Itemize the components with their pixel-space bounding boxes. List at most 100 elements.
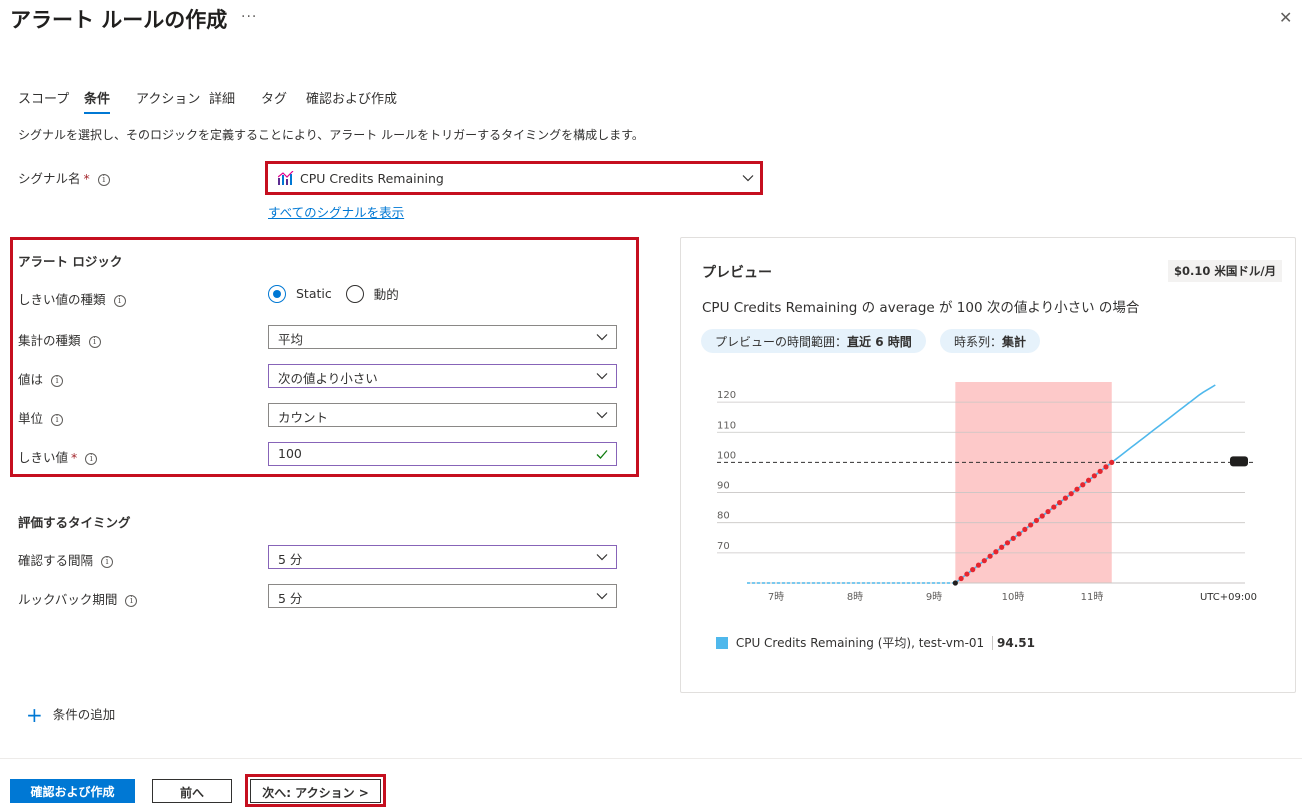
chart-legend: CPU Credits Remaining (平均), test-vm-01 9…	[716, 634, 1035, 651]
info-icon[interactable]: i	[51, 414, 64, 426]
alert-point	[1109, 459, 1115, 466]
alert-point	[1091, 473, 1097, 479]
radio-dynamic[interactable]	[345, 284, 364, 303]
price-badge: $0.10 米国ドル/月	[1168, 260, 1283, 282]
review-create-button[interactable]: 確認および作成	[10, 779, 135, 803]
signal-name-label: シグナル名 * i	[18, 168, 110, 187]
tab-details[interactable]: 詳細	[209, 88, 235, 112]
time-series-pill[interactable]: 時系列：集計	[940, 329, 1041, 353]
add-condition-button[interactable]: + 条件の追加	[26, 704, 116, 725]
alert-point	[1057, 500, 1063, 506]
page-title: アラート ルールの作成	[10, 8, 228, 32]
signal-dropdown[interactable]: CPU Credits Remaining	[270, 166, 758, 190]
tab-condition[interactable]: 条件	[84, 88, 111, 114]
preview-range-pill[interactable]: プレビューの時間範囲：直近 6 時間	[701, 329, 926, 353]
tab-tags[interactable]: タグ	[261, 88, 287, 112]
aggregation-dropdown[interactable]: 平均	[268, 325, 617, 349]
lookback-label: ルックバック期間 i	[18, 589, 138, 608]
info-icon[interactable]: i	[85, 453, 98, 465]
y-tick-label: 120	[717, 390, 736, 401]
threshold-type-radio-group: Static 動的	[268, 284, 399, 303]
frequency-label: 確認する間隔 i	[18, 550, 114, 569]
alert-point	[1097, 468, 1103, 474]
alert-point	[975, 562, 982, 568]
tab-review-create[interactable]: 確認および作成	[306, 88, 397, 112]
aggregation-label: 集計の種類 i	[18, 330, 101, 349]
alert-point	[1085, 477, 1092, 483]
alert-point	[964, 571, 970, 577]
legend-series-name: CPU Credits Remaining (平均), test-vm-01	[735, 636, 985, 650]
y-tick-label: 70	[717, 541, 730, 552]
alert-point	[981, 558, 987, 564]
tab-actions[interactable]: アクション	[136, 88, 200, 112]
tab-scope[interactable]: スコープ	[18, 88, 69, 112]
radio-static-label: Static	[295, 286, 332, 301]
add-condition-label: 条件の追加	[52, 707, 116, 722]
metric-chart-icon	[278, 171, 294, 185]
chevron-down-icon	[596, 593, 608, 600]
alert-point	[1022, 526, 1028, 533]
show-all-signals-link[interactable]: すべてのシグナルを表示	[268, 202, 404, 221]
required-marker: *	[83, 171, 90, 186]
info-icon[interactable]: i	[88, 336, 101, 348]
description: シグナルを選択し、そのロジックを定義することにより、アラート ルールをトリガーす…	[18, 128, 644, 142]
threshold-handle	[1230, 456, 1248, 467]
chevron-down-icon	[742, 175, 754, 182]
alert-point	[1068, 491, 1074, 497]
alert-point	[987, 553, 993, 559]
threshold-type-label: しきい値の種類 i	[18, 289, 126, 308]
y-tick-label: 90	[717, 481, 730, 492]
alert-point	[1028, 522, 1034, 528]
preview-chart: 70 80 90 110 120 100 7時 8時 9時 10時 11時 UTC+09:00	[717, 382, 1257, 603]
radio-static[interactable]	[268, 284, 286, 303]
chevron-down-icon	[596, 373, 608, 380]
x-tick-label: 9時	[926, 591, 942, 603]
close-icon[interactable]: ✕	[1279, 8, 1292, 27]
footer-divider	[0, 758, 1302, 759]
required-marker: *	[71, 450, 78, 465]
x-tick-label: 10時	[1002, 591, 1025, 603]
alert-point	[1033, 517, 1040, 524]
alert-point	[1051, 504, 1057, 510]
alert-logic-highlight-box	[10, 237, 639, 477]
alert-point	[1039, 513, 1045, 519]
alert-point	[1004, 540, 1011, 546]
alert-point	[1016, 531, 1022, 537]
evaluation-heading: 評価するタイミング	[18, 515, 131, 530]
previous-button[interactable]: 前へ	[152, 779, 232, 803]
alert-point	[1045, 508, 1051, 515]
alert-point	[1010, 535, 1016, 541]
alert-point	[1103, 464, 1109, 470]
operator-dropdown[interactable]: 次の値より小さい	[268, 364, 617, 388]
info-icon[interactable]: i	[101, 556, 114, 568]
alert-point	[999, 544, 1005, 550]
alert-point	[1074, 486, 1080, 492]
x-tick-label: 11時	[1081, 591, 1104, 603]
info-icon[interactable]: i	[125, 595, 138, 607]
more-options-icon[interactable]: ···	[241, 9, 257, 25]
plus-icon: +	[26, 703, 43, 727]
alert-point	[958, 575, 964, 582]
timezone-label: UTC+09:00	[1200, 592, 1257, 603]
chevron-down-icon	[596, 412, 608, 419]
unit-dropdown[interactable]: カウント	[268, 403, 617, 427]
chevron-down-icon	[596, 554, 608, 561]
frequency-dropdown[interactable]: 5 分	[268, 545, 617, 569]
lookback-dropdown[interactable]: 5 分	[268, 584, 617, 608]
info-icon[interactable]: i	[51, 375, 64, 387]
unit-label: 単位 i	[18, 408, 64, 427]
x-tick-label: 7時	[768, 591, 784, 603]
alert-point	[970, 567, 976, 573]
info-icon[interactable]: i	[113, 295, 126, 307]
alert-point	[993, 549, 999, 555]
info-icon[interactable]: i	[97, 174, 110, 186]
threshold-input[interactable]: 100	[268, 442, 617, 466]
alert-point	[1062, 495, 1069, 501]
signal-value: CPU Credits Remaining	[300, 171, 444, 186]
next-actions-button[interactable]: 次へ: アクション >	[250, 779, 381, 803]
preview-summary: CPU Credits Remaining の average が 100 次の…	[702, 300, 1140, 316]
y-tick-label: 80	[717, 511, 730, 522]
alert-logic-heading: アラート ロジック	[18, 254, 123, 269]
y-tick-label: 100	[717, 450, 736, 461]
x-tick-label: 8時	[847, 591, 863, 603]
